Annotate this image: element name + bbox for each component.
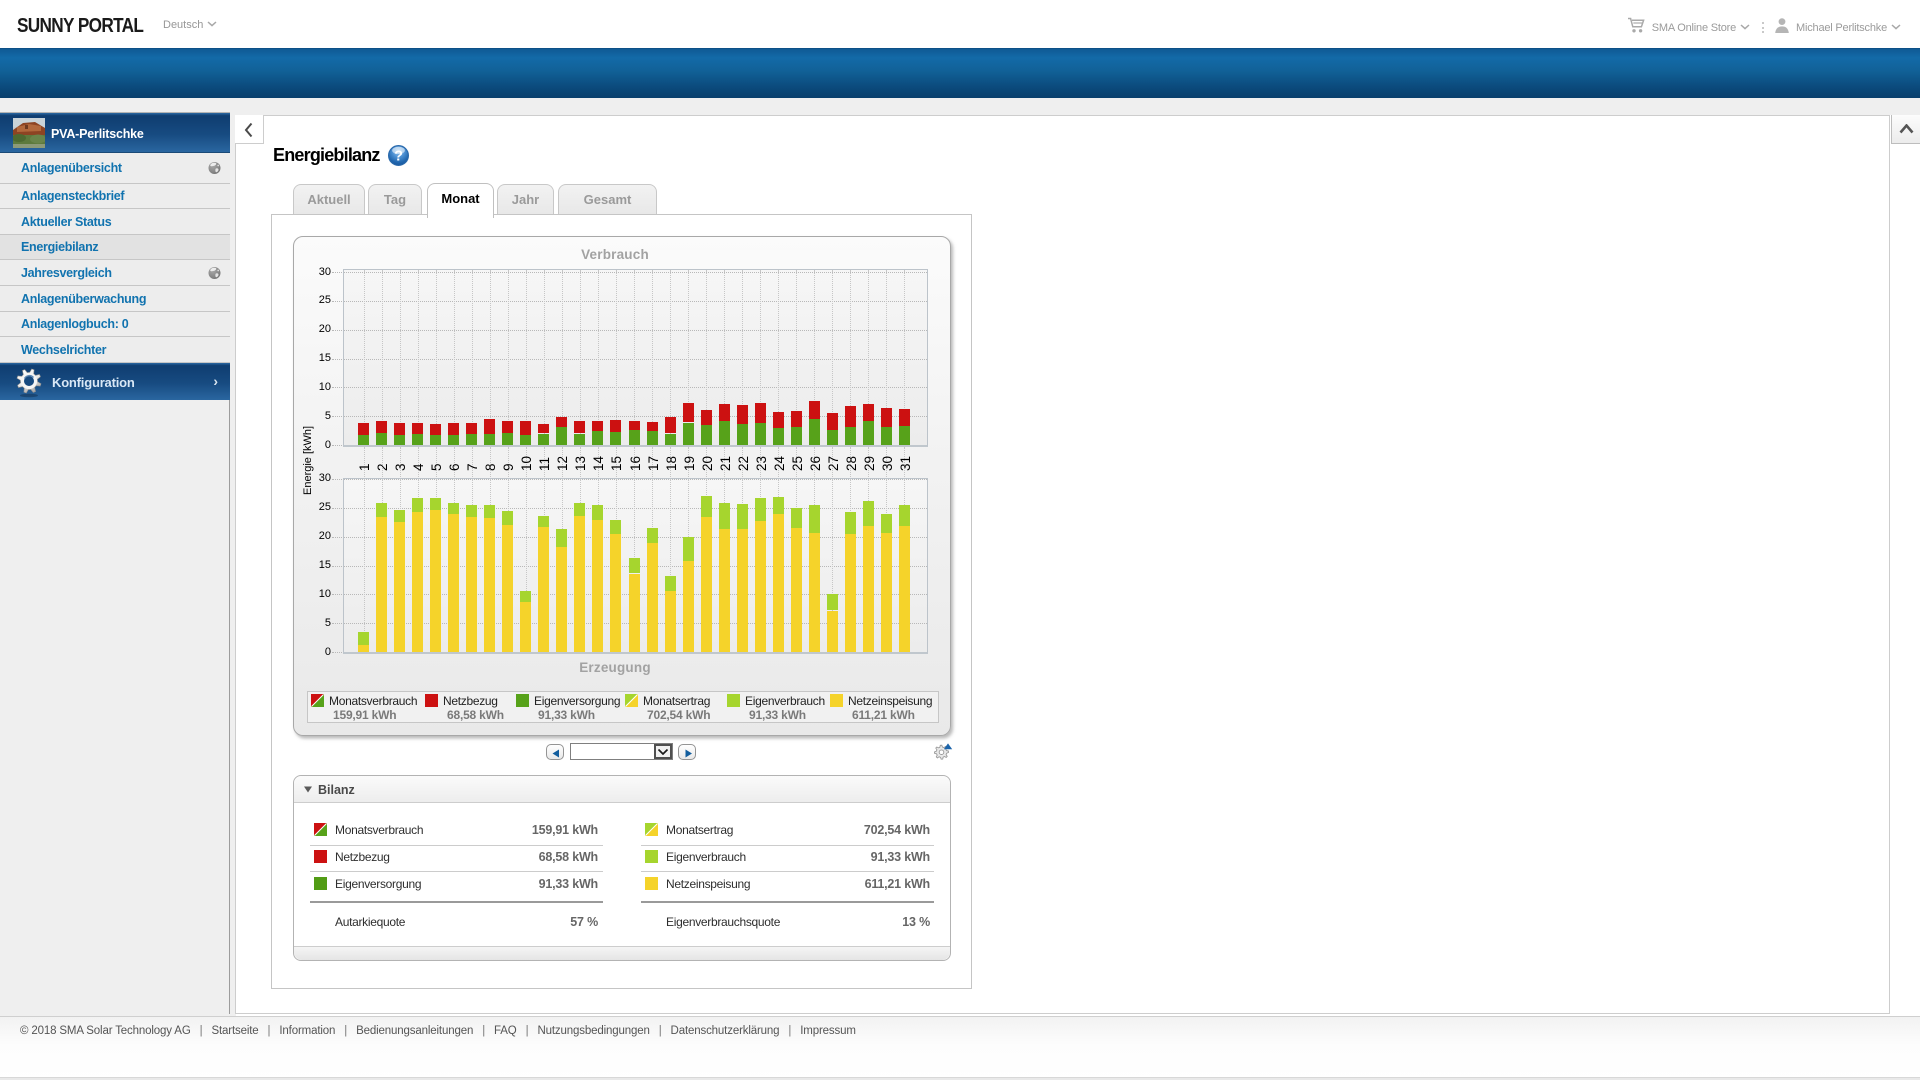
svg-text:?: ? [394,149,403,165]
